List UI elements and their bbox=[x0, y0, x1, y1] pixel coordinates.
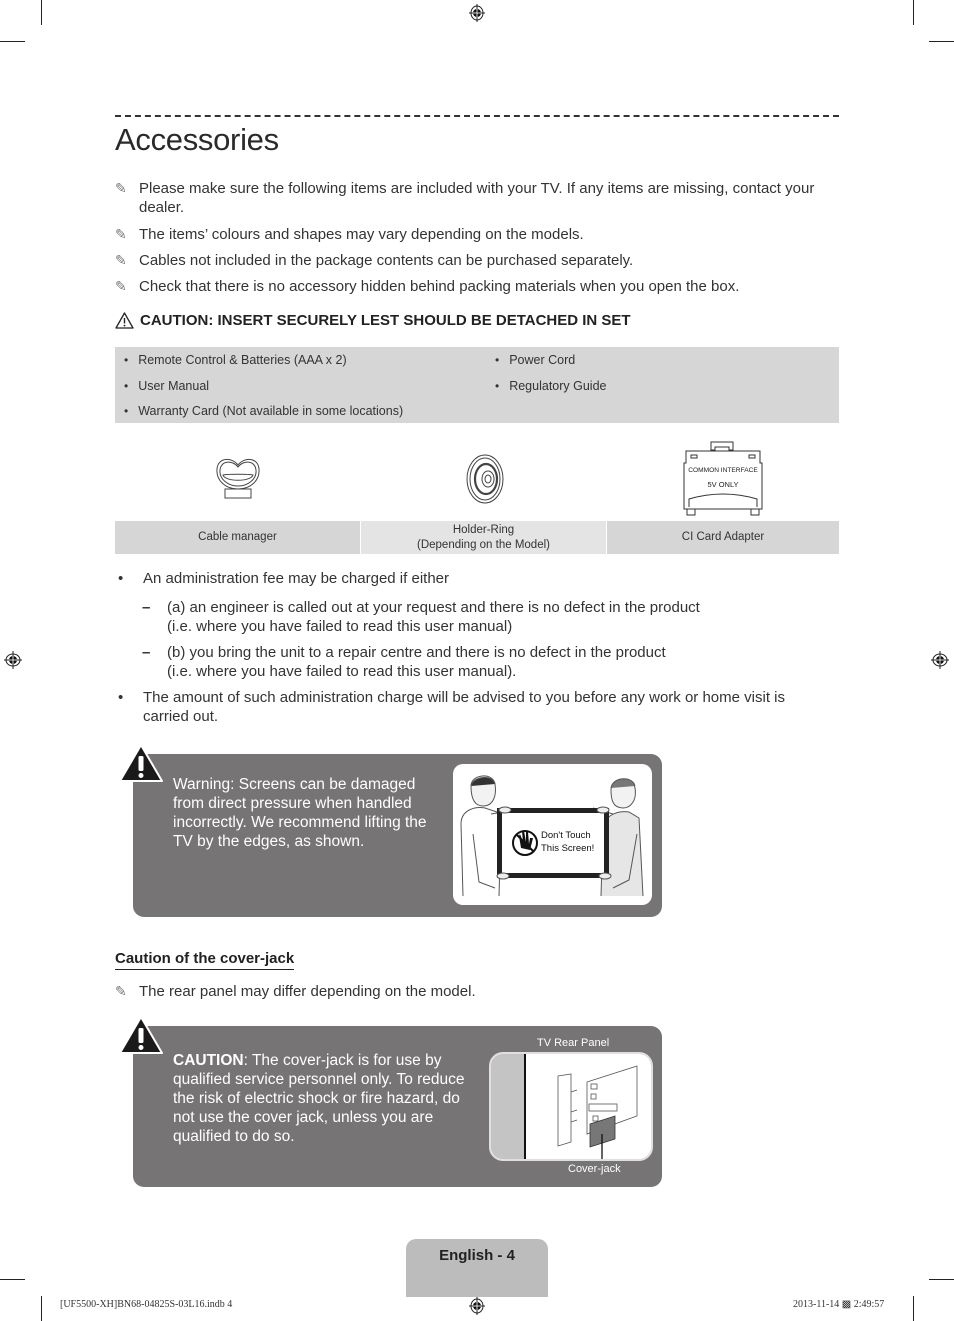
crop-mark bbox=[0, 41, 25, 42]
lifting-tv-illustration: Don't Touch This Screen! bbox=[453, 764, 652, 905]
illustration-sign-text: This Screen! bbox=[541, 843, 594, 854]
accessory-label-holder-ring: Holder-Ring (Depending on the Model) bbox=[360, 521, 607, 554]
pencil-note-icon: ✎ bbox=[115, 226, 127, 242]
note-item: ✎ Check that there is no accessory hidde… bbox=[115, 278, 740, 295]
crop-mark bbox=[913, 0, 914, 25]
print-timestamp: 2013-11-14 ▩ 2:49:57 bbox=[793, 1299, 885, 1310]
list-item: • Power Cord bbox=[495, 353, 576, 367]
pencil-note-icon: ✎ bbox=[115, 252, 127, 268]
accessory-label-cable-manager: Cable manager bbox=[115, 521, 360, 554]
ci-card-adapter-image: COMMON INTERFACE 5V ONLY bbox=[683, 441, 763, 516]
illustration-sign-text: Don't Touch bbox=[541, 830, 591, 841]
diagram-title: TV Rear Panel bbox=[537, 1037, 610, 1049]
list-item: • User Manual bbox=[124, 379, 210, 393]
crop-mark bbox=[0, 1279, 25, 1280]
pencil-note-icon: ✎ bbox=[115, 278, 127, 294]
sub-list-item: – (a) an engineer is called out at your … bbox=[142, 599, 700, 635]
registration-mark-icon bbox=[4, 651, 22, 669]
list-item: • Regulatory Guide bbox=[495, 379, 607, 393]
registration-mark-icon bbox=[469, 4, 485, 22]
note-item: ✎ Cables not included in the package con… bbox=[115, 252, 634, 269]
holder-ring-image bbox=[466, 454, 504, 504]
warning-triangle-icon bbox=[119, 744, 163, 782]
pencil-note-icon: ✎ bbox=[115, 983, 127, 999]
registration-mark-icon bbox=[931, 651, 949, 669]
list-item: • An administration fee may be charged if… bbox=[118, 570, 449, 587]
crop-mark bbox=[929, 1279, 954, 1280]
list-item: • Remote Control & Batteries (AAA x 2) bbox=[124, 353, 347, 367]
included-items-box: • Remote Control & Batteries (AAA x 2) • U… bbox=[115, 347, 839, 423]
crop-mark bbox=[929, 41, 954, 42]
note-item: ✎ The items’ colours and shapes may vary… bbox=[115, 226, 584, 243]
list-item: • Warranty Card (Not available in some lo… bbox=[124, 404, 404, 418]
warning-triangle-icon bbox=[115, 312, 134, 329]
note-item: ✎ The rear panel may differ depending on… bbox=[115, 983, 476, 1000]
ci-card-label: 5V ONLY bbox=[707, 480, 738, 489]
section-divider bbox=[115, 115, 839, 117]
warning-text: Warning: Screens can be damaged from dir… bbox=[173, 776, 427, 850]
accessory-label-ci-card-adapter: CI Card Adapter bbox=[607, 521, 839, 554]
section-heading-cover-jack: Caution of the cover-jack bbox=[115, 950, 295, 970]
crop-mark bbox=[41, 1296, 42, 1321]
page-number-tab: English - 4 bbox=[406, 1239, 548, 1297]
sub-list-item: – (b) you bring the unit to a repair cen… bbox=[142, 644, 666, 680]
ci-card-label: COMMON INTERFACE bbox=[688, 467, 758, 474]
note-item: ✎ Please make sure the following items a… bbox=[115, 180, 815, 216]
registration-mark-icon bbox=[469, 1297, 485, 1315]
caution-heading: CAUTION: INSERT SECURELY LEST SHOULD BE … bbox=[115, 312, 631, 329]
diagram-callout-label: Cover-jack bbox=[568, 1163, 621, 1175]
pencil-note-icon: ✎ bbox=[115, 180, 127, 196]
accessories-label-row: Cable manager Holder-Ring (Depending on t… bbox=[115, 521, 839, 554]
cable-manager-image bbox=[216, 459, 260, 499]
file-slug: [UF5500-XH]BN68-04825S-03L16.indb 4 bbox=[60, 1299, 233, 1310]
crop-mark bbox=[41, 0, 42, 25]
crop-mark bbox=[913, 1296, 914, 1321]
tv-rear-panel-diagram bbox=[489, 1052, 653, 1161]
warning-triangle-icon bbox=[119, 1016, 163, 1054]
caution-text: CAUTION: The cover-jack is for use by qu… bbox=[173, 1052, 465, 1145]
list-item: • The amount of such administration charg… bbox=[118, 689, 785, 725]
page-title: Accessories bbox=[115, 122, 279, 157]
